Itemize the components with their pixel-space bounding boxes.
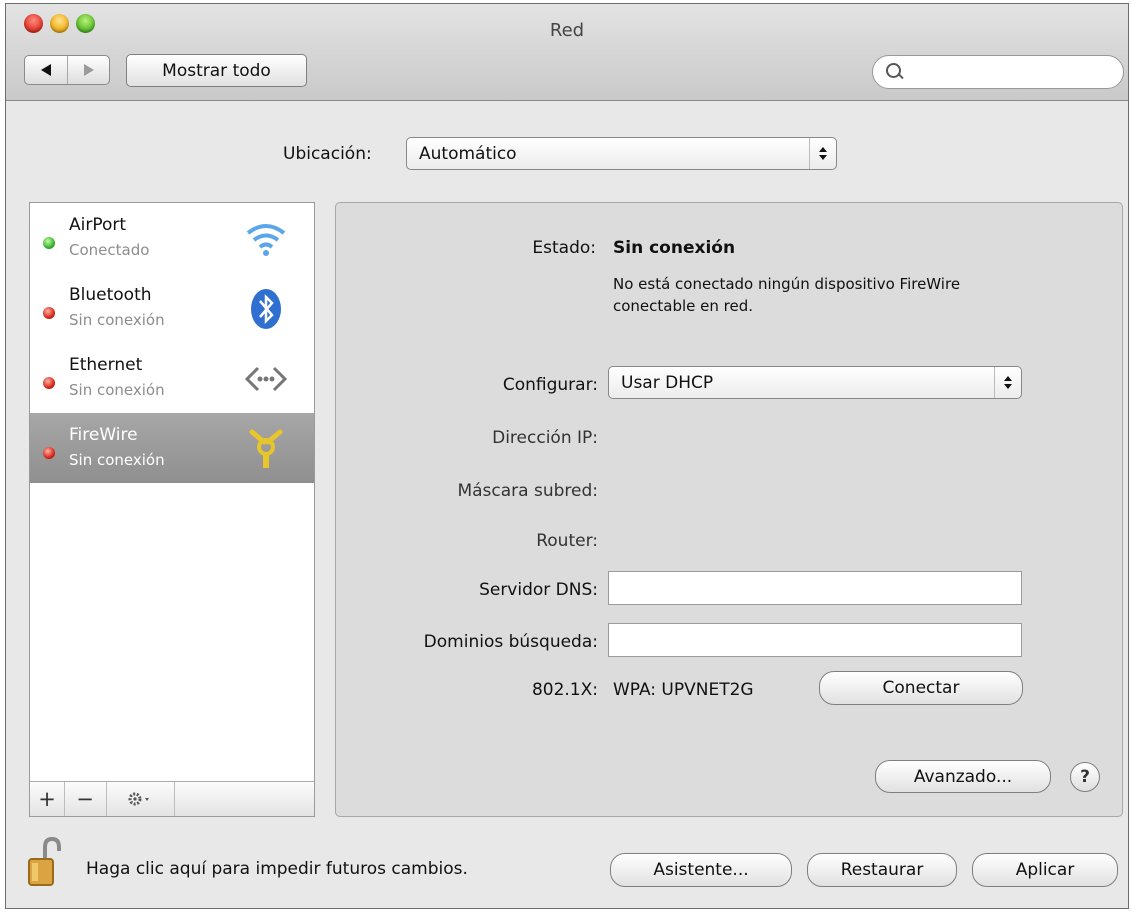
service-status: Conectado: [69, 241, 150, 259]
search-icon: [886, 63, 901, 78]
configure-popup[interactable]: Usar DHCP: [608, 366, 1022, 399]
router-label: Router:: [536, 531, 598, 551]
service-item-firewire[interactable]: FireWire Sin conexión: [30, 413, 314, 483]
bluetooth-icon: [241, 286, 291, 332]
status-description-line-1: No está conectado ningún dispositivo Fir…: [613, 275, 961, 293]
service-item-airport[interactable]: AirPort Conectado: [30, 203, 314, 273]
network-preferences-window: Red Mostrar todo Ubicación: Automático A…: [5, 3, 1129, 909]
status-indicator-disconnected: [43, 377, 55, 389]
status-indicator-disconnected: [43, 447, 55, 459]
service-detail-panel: Estado: Sin conexión No está conectado n…: [335, 202, 1123, 817]
show-all-button[interactable]: Mostrar todo: [126, 54, 307, 87]
dot1x-label: 802.1X:: [531, 680, 598, 700]
location-value: Automático: [419, 143, 517, 164]
gear-menu-button[interactable]: [106, 782, 175, 816]
lock-open-icon: [28, 836, 61, 886]
lock-message: Haga clic aquí para impedir futuros camb…: [86, 859, 468, 879]
service-name: Ethernet: [69, 355, 143, 375]
subnet-mask-label: Máscara subred:: [457, 481, 598, 501]
service-item-bluetooth[interactable]: Bluetooth Sin conexión: [30, 273, 314, 343]
status-label: Estado:: [532, 238, 596, 258]
sidebar-controls: + −: [30, 781, 314, 816]
service-name: AirPort: [69, 215, 127, 235]
gear-icon: [128, 792, 149, 806]
assistant-button[interactable]: Asistente...: [610, 853, 792, 887]
apply-button[interactable]: Aplicar: [972, 853, 1118, 887]
advanced-button[interactable]: Avanzado...: [875, 760, 1051, 793]
back-arrow-icon: [41, 64, 51, 76]
lock-button[interactable]: [26, 835, 66, 889]
network-services-list: AirPort Conectado Bluetooth Sin conexión: [29, 202, 315, 817]
search-domains-label: Dominios búsqueda:: [423, 632, 598, 652]
add-service-button[interactable]: +: [30, 782, 65, 816]
service-item-ethernet[interactable]: Ethernet Sin conexión: [30, 343, 314, 413]
ip-address-label: Dirección IP:: [492, 428, 598, 448]
location-label: Ubicación:: [283, 144, 372, 164]
service-status: Sin conexión: [69, 451, 165, 469]
dot1x-value: WPA: UPVNET2G: [613, 680, 754, 700]
popup-arrows-icon: [994, 367, 1021, 398]
window-title: Red: [549, 20, 585, 41]
service-name: FireWire: [69, 425, 138, 445]
search-domains-field[interactable]: [608, 623, 1022, 657]
back-button[interactable]: [25, 56, 68, 84]
status-indicator-disconnected: [43, 307, 55, 319]
configure-value: Usar DHCP: [621, 372, 714, 393]
service-status: Sin conexión: [69, 381, 165, 399]
service-status: Sin conexión: [69, 311, 165, 329]
wifi-icon: [241, 216, 291, 262]
dns-server-field[interactable]: [608, 571, 1022, 605]
firewire-icon: [241, 426, 291, 472]
dns-server-label: Servidor DNS:: [479, 580, 598, 600]
location-popup[interactable]: Automático: [406, 137, 837, 170]
status-value: Sin conexión: [613, 238, 736, 258]
navigation-segmented-control: [24, 55, 110, 85]
forward-arrow-icon: [84, 64, 94, 76]
revert-button[interactable]: Restaurar: [807, 853, 957, 887]
configure-label: Configurar:: [502, 375, 598, 395]
status-description-line-2: conectable en red.: [613, 297, 754, 315]
service-name: Bluetooth: [69, 285, 152, 305]
search-field[interactable]: [872, 55, 1124, 89]
remove-service-button[interactable]: −: [64, 782, 107, 816]
window-toolbar: Red Mostrar todo: [6, 4, 1128, 101]
connect-button[interactable]: Conectar: [819, 671, 1023, 705]
ethernet-icon: [241, 356, 291, 402]
status-indicator-connected: [43, 237, 55, 249]
forward-button[interactable]: [68, 56, 110, 84]
help-button[interactable]: ?: [1070, 762, 1100, 792]
popup-arrows-icon: [809, 138, 836, 169]
